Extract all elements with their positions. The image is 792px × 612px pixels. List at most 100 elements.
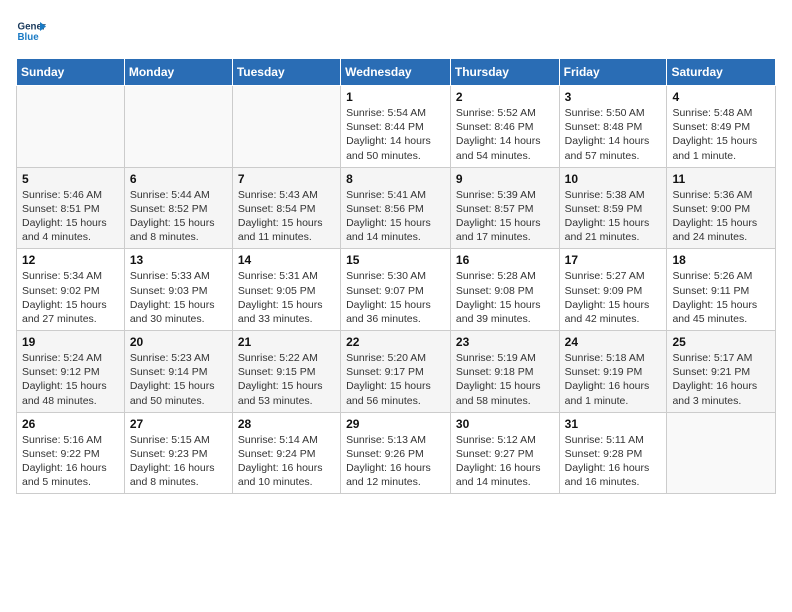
calendar-week-1: 1 Sunrise: 5:54 AM Sunset: 8:44 PM Daylig… [17, 86, 776, 168]
day-info: Sunrise: 5:50 AM Sunset: 8:48 PM Dayligh… [565, 106, 662, 163]
calendar-cell: 23 Sunrise: 5:19 AM Sunset: 9:18 PM Dayli… [450, 331, 559, 413]
calendar-cell: 26 Sunrise: 5:16 AM Sunset: 9:22 PM Dayli… [17, 412, 125, 494]
calendar-cell: 9Sunrise: 5:39 AM Sunset: 8:57 PM Daylig… [450, 167, 559, 249]
logo: General Blue [16, 16, 50, 46]
day-info: Sunrise: 5:19 AM Sunset: 9:18 PM Dayligh… [456, 351, 554, 408]
day-number: 23 [456, 335, 554, 349]
calendar-cell [124, 86, 232, 168]
day-number: 12 [22, 253, 119, 267]
day-number: 1 [346, 90, 445, 104]
day-info: Sunrise: 5:33 AM Sunset: 9:03 PM Dayligh… [130, 269, 227, 326]
col-header-friday: Friday [559, 59, 667, 86]
calendar-cell: 30 Sunrise: 5:12 AM Sunset: 9:27 PM Dayli… [450, 412, 559, 494]
calendar-cell: 24Sunrise: 5:18 AM Sunset: 9:19 PM Dayli… [559, 331, 667, 413]
day-number: 10 [565, 172, 662, 186]
col-header-monday: Monday [124, 59, 232, 86]
calendar-cell: 15Sunrise: 5:30 AM Sunset: 9:07 PM Dayli… [341, 249, 451, 331]
day-number: 8 [346, 172, 445, 186]
svg-text:Blue: Blue [18, 32, 40, 43]
day-info: Sunrise: 5:36 AM Sunset: 9:00 PM Dayligh… [672, 188, 770, 245]
day-number: 31 [565, 417, 662, 431]
calendar-cell: 10 Sunrise: 5:38 AM Sunset: 8:59 PM Dayli… [559, 167, 667, 249]
calendar-cell: 2Sunrise: 5:52 AM Sunset: 8:46 PM Daylig… [450, 86, 559, 168]
calendar-cell: 4 Sunrise: 5:48 AM Sunset: 8:49 PM Daylig… [667, 86, 776, 168]
day-info: Sunrise: 5:46 AM Sunset: 8:51 PM Dayligh… [22, 188, 119, 245]
calendar-cell: 8 Sunrise: 5:41 AM Sunset: 8:56 PM Daylig… [341, 167, 451, 249]
col-header-wednesday: Wednesday [341, 59, 451, 86]
day-number: 18 [672, 253, 770, 267]
calendar-header-row: SundayMondayTuesdayWednesdayThursdayFrid… [17, 59, 776, 86]
calendar-cell: 6 Sunrise: 5:44 AM Sunset: 8:52 PM Daylig… [124, 167, 232, 249]
day-info: Sunrise: 5:24 AM Sunset: 9:12 PM Dayligh… [22, 351, 119, 408]
day-info: Sunrise: 5:43 AM Sunset: 8:54 PM Dayligh… [238, 188, 335, 245]
calendar-cell: 14 Sunrise: 5:31 AM Sunset: 9:05 PM Dayli… [232, 249, 340, 331]
day-info: Sunrise: 5:16 AM Sunset: 9:22 PM Dayligh… [22, 433, 119, 490]
col-header-thursday: Thursday [450, 59, 559, 86]
day-number: 14 [238, 253, 335, 267]
page-header: General Blue [16, 16, 776, 46]
calendar-cell: 27 Sunrise: 5:15 AM Sunset: 9:23 PM Dayli… [124, 412, 232, 494]
calendar-cell: 17 Sunrise: 5:27 AM Sunset: 9:09 PM Dayli… [559, 249, 667, 331]
day-number: 26 [22, 417, 119, 431]
calendar-cell: 3 Sunrise: 5:50 AM Sunset: 8:48 PM Daylig… [559, 86, 667, 168]
day-info: Sunrise: 5:31 AM Sunset: 9:05 PM Dayligh… [238, 269, 335, 326]
day-number: 15 [346, 253, 445, 267]
day-number: 17 [565, 253, 662, 267]
day-number: 13 [130, 253, 227, 267]
day-info: Sunrise: 5:12 AM Sunset: 9:27 PM Dayligh… [456, 433, 554, 490]
calendar-cell: 25 Sunrise: 5:17 AM Sunset: 9:21 PM Dayli… [667, 331, 776, 413]
day-info: Sunrise: 5:14 AM Sunset: 9:24 PM Dayligh… [238, 433, 335, 490]
day-number: 27 [130, 417, 227, 431]
day-number: 5 [22, 172, 119, 186]
logo-icon: General Blue [16, 16, 46, 46]
day-info: Sunrise: 5:44 AM Sunset: 8:52 PM Dayligh… [130, 188, 227, 245]
day-info: Sunrise: 5:11 AM Sunset: 9:28 PM Dayligh… [565, 433, 662, 490]
day-info: Sunrise: 5:15 AM Sunset: 9:23 PM Dayligh… [130, 433, 227, 490]
day-number: 7 [238, 172, 335, 186]
day-info: Sunrise: 5:22 AM Sunset: 9:15 PM Dayligh… [238, 351, 335, 408]
calendar-cell: 11 Sunrise: 5:36 AM Sunset: 9:00 PM Dayli… [667, 167, 776, 249]
calendar-cell: 5 Sunrise: 5:46 AM Sunset: 8:51 PM Daylig… [17, 167, 125, 249]
day-info: Sunrise: 5:39 AM Sunset: 8:57 PM Dayligh… [456, 188, 554, 245]
day-number: 28 [238, 417, 335, 431]
day-info: Sunrise: 5:52 AM Sunset: 8:46 PM Dayligh… [456, 106, 554, 163]
day-number: 29 [346, 417, 445, 431]
calendar-cell [17, 86, 125, 168]
day-info: Sunrise: 5:27 AM Sunset: 9:09 PM Dayligh… [565, 269, 662, 326]
day-number: 11 [672, 172, 770, 186]
day-number: 6 [130, 172, 227, 186]
day-info: Sunrise: 5:28 AM Sunset: 9:08 PM Dayligh… [456, 269, 554, 326]
calendar-week-3: 12 Sunrise: 5:34 AM Sunset: 9:02 PM Dayli… [17, 249, 776, 331]
col-header-sunday: Sunday [17, 59, 125, 86]
calendar-cell: 29Sunrise: 5:13 AM Sunset: 9:26 PM Dayli… [341, 412, 451, 494]
calendar-cell [667, 412, 776, 494]
day-number: 25 [672, 335, 770, 349]
calendar-cell: 13 Sunrise: 5:33 AM Sunset: 9:03 PM Dayli… [124, 249, 232, 331]
col-header-tuesday: Tuesday [232, 59, 340, 86]
calendar-week-4: 19 Sunrise: 5:24 AM Sunset: 9:12 PM Dayli… [17, 331, 776, 413]
day-info: Sunrise: 5:48 AM Sunset: 8:49 PM Dayligh… [672, 106, 770, 163]
day-info: Sunrise: 5:18 AM Sunset: 9:19 PM Dayligh… [565, 351, 662, 408]
calendar-cell: 7 Sunrise: 5:43 AM Sunset: 8:54 PM Daylig… [232, 167, 340, 249]
day-number: 22 [346, 335, 445, 349]
day-info: Sunrise: 5:17 AM Sunset: 9:21 PM Dayligh… [672, 351, 770, 408]
day-number: 4 [672, 90, 770, 104]
day-number: 21 [238, 335, 335, 349]
day-info: Sunrise: 5:23 AM Sunset: 9:14 PM Dayligh… [130, 351, 227, 408]
day-info: Sunrise: 5:54 AM Sunset: 8:44 PM Dayligh… [346, 106, 445, 163]
calendar-cell: 22 Sunrise: 5:20 AM Sunset: 9:17 PM Dayli… [341, 331, 451, 413]
day-number: 3 [565, 90, 662, 104]
calendar-cell: 31 Sunrise: 5:11 AM Sunset: 9:28 PM Dayli… [559, 412, 667, 494]
day-info: Sunrise: 5:34 AM Sunset: 9:02 PM Dayligh… [22, 269, 119, 326]
day-info: Sunrise: 5:26 AM Sunset: 9:11 PM Dayligh… [672, 269, 770, 326]
day-info: Sunrise: 5:20 AM Sunset: 9:17 PM Dayligh… [346, 351, 445, 408]
calendar-cell: 28 Sunrise: 5:14 AM Sunset: 9:24 PM Dayli… [232, 412, 340, 494]
day-info: Sunrise: 5:41 AM Sunset: 8:56 PM Dayligh… [346, 188, 445, 245]
calendar-week-5: 26 Sunrise: 5:16 AM Sunset: 9:22 PM Dayli… [17, 412, 776, 494]
calendar-cell: 12 Sunrise: 5:34 AM Sunset: 9:02 PM Dayli… [17, 249, 125, 331]
calendar-cell: 16Sunrise: 5:28 AM Sunset: 9:08 PM Dayli… [450, 249, 559, 331]
day-info: Sunrise: 5:38 AM Sunset: 8:59 PM Dayligh… [565, 188, 662, 245]
day-number: 19 [22, 335, 119, 349]
calendar-week-2: 5 Sunrise: 5:46 AM Sunset: 8:51 PM Daylig… [17, 167, 776, 249]
day-number: 30 [456, 417, 554, 431]
